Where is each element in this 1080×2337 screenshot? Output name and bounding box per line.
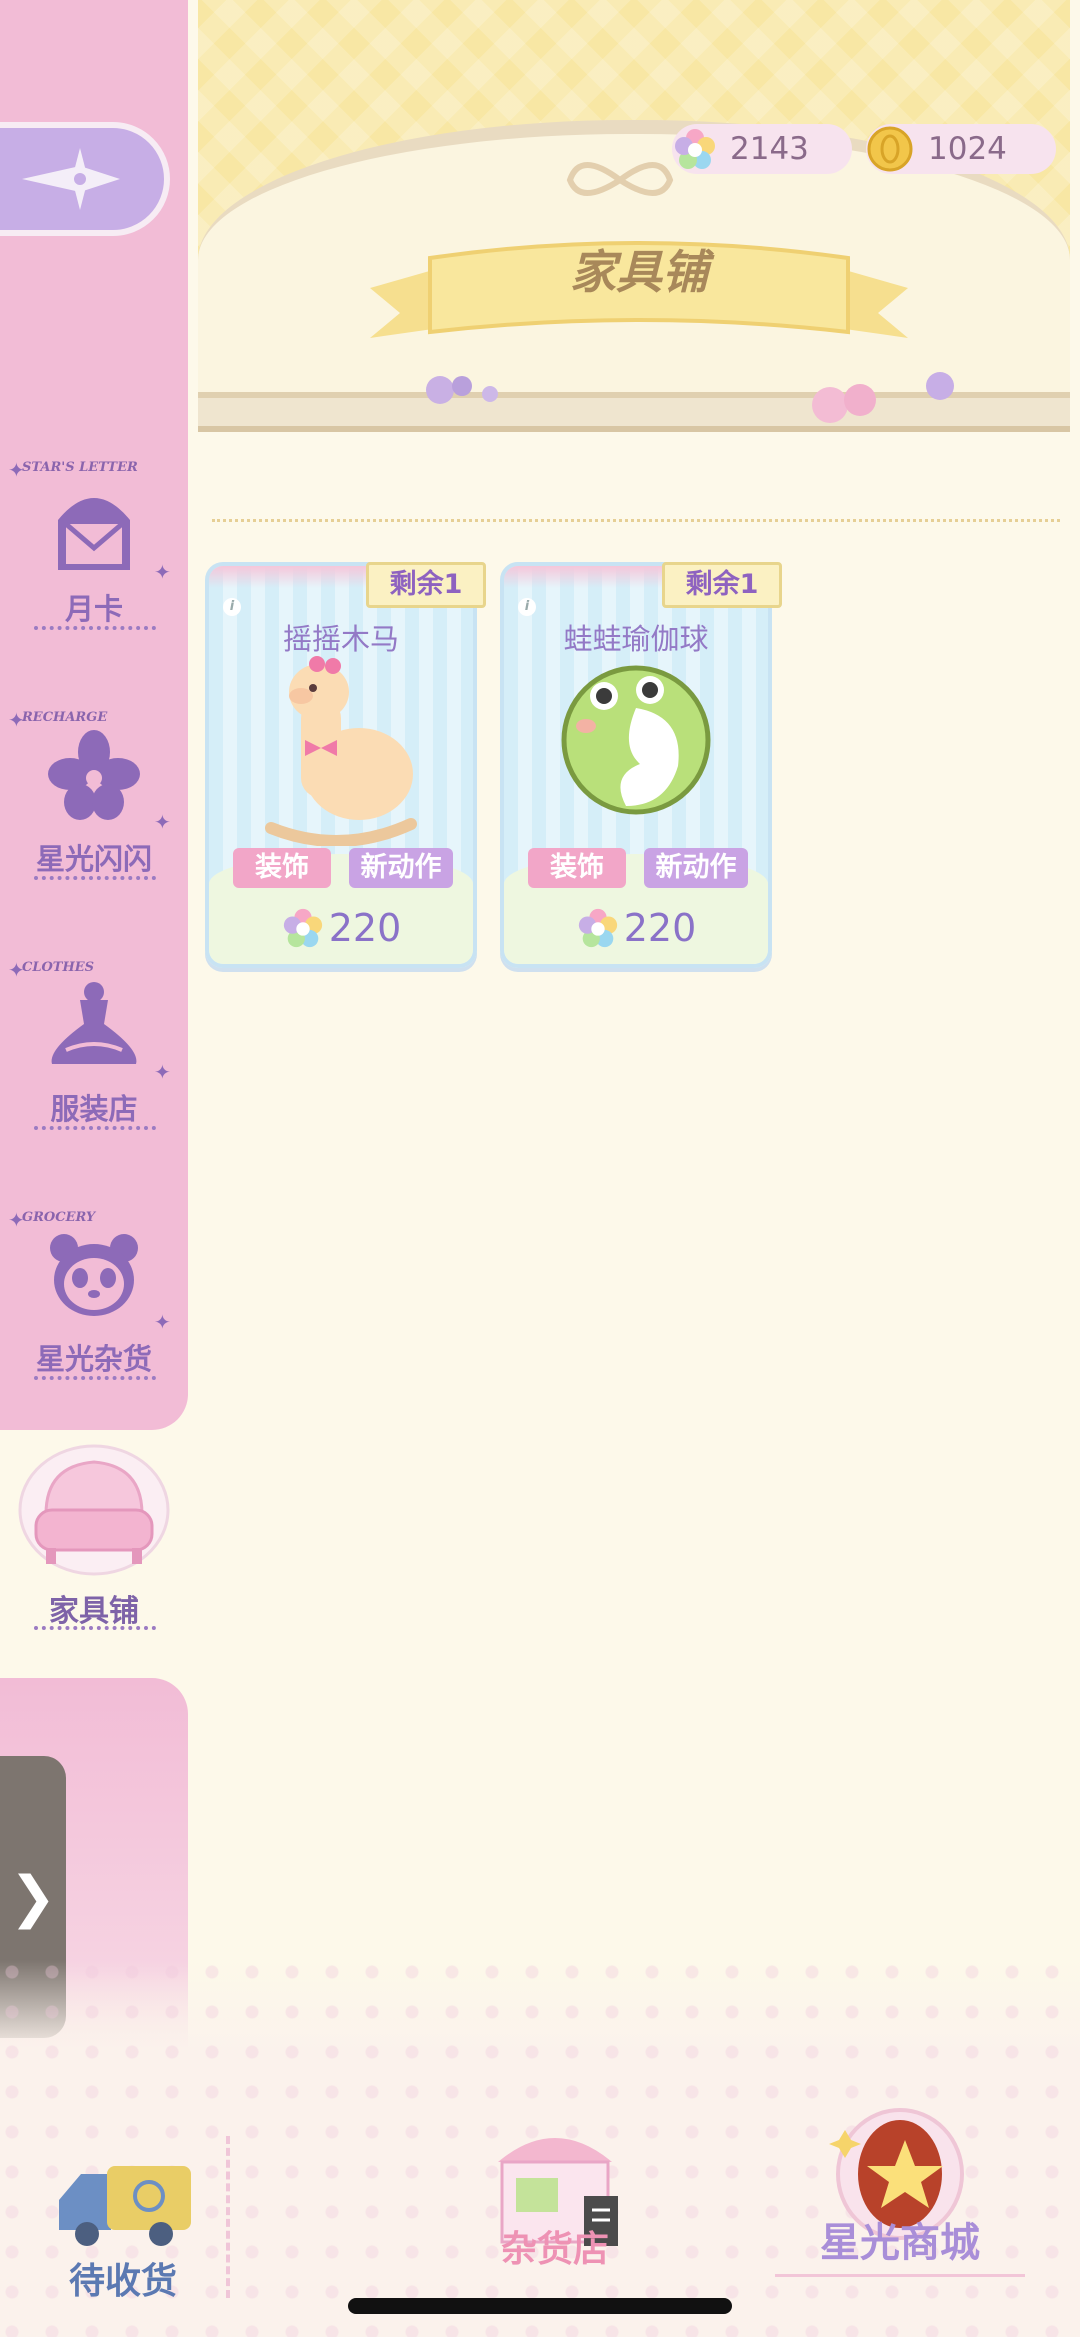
alpaca-rocking-horse-icon [265,656,417,846]
chevron-right-icon: ❯ [9,1864,57,1930]
product-card[interactable]: i 蛙蛙瑜伽球 装饰 新动作 220 [500,562,772,968]
nav-label: 月卡 [64,592,123,626]
remaining-badge: 剩余1 [366,562,486,608]
gold-coin-icon [867,126,913,172]
tag-decoration: 装饰 [528,848,626,888]
divider [212,519,1060,522]
back-arrow-icon [22,148,120,210]
sparkle-icon: ✦ [154,810,171,834]
nav-underline [34,1626,156,1630]
mall-label: 星光商城 [820,2220,980,2266]
sparkle-icon: ✦ [8,458,25,482]
flower-icon [48,730,140,820]
price-value: 220 [623,906,697,950]
coin-counter[interactable]: 1024 [866,124,1056,174]
back-button[interactable] [0,122,170,236]
frog-yoga-ball-icon [561,665,711,815]
delivery-truck-icon [59,2166,191,2246]
nav-tag: CLOTHES [22,960,95,975]
sofa-icon [18,1444,170,1576]
tag-new-action: 新动作 [644,848,748,888]
sidebar-item-grocery[interactable]: GROCERY ✦ ✦ 星光杂货 [0,1208,188,1410]
info-icon[interactable]: i [223,598,241,616]
sparkle-icon: ✦ [154,560,171,584]
sparkle-icon: ✦ [8,1208,25,1232]
panda-icon [50,1234,138,1316]
nav-underline [34,1126,156,1130]
pending-label: 待收货 [68,2261,177,2302]
sparkle-icon: ✦ [154,1310,171,1334]
sidebar-item-furniture[interactable]: 家具铺 [0,1440,188,1640]
star-gem-icon [283,908,322,948]
nav-label: 星光闪闪 [35,842,152,876]
home-indicator[interactable] [348,2298,732,2314]
coin-count: 1024 [928,131,1007,167]
gem-counter[interactable]: 2143 [672,124,852,174]
sparkle-icon: ✦ [154,1060,171,1084]
gem-count: 2143 [730,131,809,167]
nav-underline [34,876,156,880]
remaining-badge: 剩余1 [662,562,782,608]
nav-underline [34,626,156,630]
bottom-divider [226,2136,230,2298]
grocery-store-button[interactable]: 杂货店 [470,2106,640,2272]
product-name: 摇摇木马 [282,622,399,656]
price-value: 220 [328,906,402,950]
flower-decor-icon [426,376,498,404]
bow-icon [566,162,674,196]
tag-new-action: 新动作 [349,848,453,888]
sparkle-icon: ✦ [8,708,25,732]
info-icon[interactable]: i [518,598,536,616]
letter-icon [58,498,130,570]
nav-label: 星光杂货 [35,1342,152,1376]
price[interactable]: 220 [504,906,768,950]
pending-delivery-button[interactable]: 待收货 [48,2160,198,2304]
nav-tag: RECHARGE [22,710,108,725]
nav-tag: STAR'S LETTER [22,460,138,475]
rose-decor-icon [812,372,954,423]
sidebar-item-recharge[interactable]: RECHARGE ✦ ✦ 星光闪闪 [0,708,188,910]
starlight-mall-button[interactable]: 星光商城 [775,2100,1025,2277]
mall-underline [775,2274,1025,2277]
sidebar-item-clothes[interactable]: CLOTHES ✦ ✦ 服装店 [0,958,188,1160]
product-name: 蛙蛙瑜伽球 [563,622,709,656]
tag-decoration: 装饰 [233,848,331,888]
star-gem-icon [578,908,617,948]
price[interactable]: 220 [209,906,473,950]
nav-label-active: 家具铺 [49,1594,139,1629]
nav-underline [34,1376,156,1380]
dress-icon [51,982,137,1064]
sparkle-icon: ✦ [8,958,25,982]
sidebar-item-monthly-card[interactable]: STAR'S LETTER ✦ ✦ 月卡 [0,458,188,660]
page-title: 家具铺 [570,245,708,299]
nav-label: 服装店 [50,1092,138,1126]
nav-tag: GROCERY [22,1210,96,1225]
product-card[interactable]: i 摇摇木马 装饰 新动作 220 [205,562,477,968]
star-gem-icon [675,129,715,169]
